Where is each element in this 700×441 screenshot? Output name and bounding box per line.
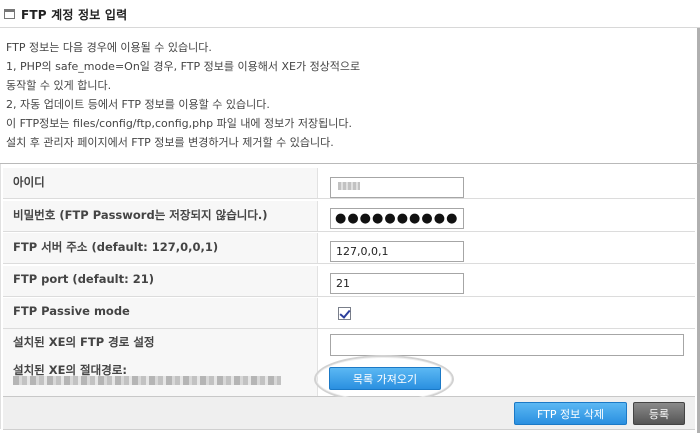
delete-ftp-button[interactable]: FTP 정보 삭제	[514, 402, 627, 425]
fetch-list-button[interactable]: 목록 가져오기	[329, 367, 441, 390]
page-title: FTP 계정 정보 입력	[21, 7, 128, 22]
description-line: 동작할 수 있게 합니다.	[6, 79, 112, 92]
description: FTP 정보는 다음 경우에 이용될 수 있습니다. 1, PHP의 safe_…	[6, 38, 696, 152]
install-path-input[interactable]	[330, 334, 684, 356]
description-line: 1, PHP의 safe_mode=On일 경우, FTP 정보를 이용해서 X…	[6, 60, 361, 73]
form-row-password: 비밀번호 (FTP Password는 저장되지 않습니다.)	[3, 201, 695, 232]
form-row-port: FTP port (default: 21)	[3, 266, 695, 297]
description-line: 설치 후 관리자 페이지에서 FTP 정보를 변경하거나 제거할 수 있습니다.	[6, 136, 334, 149]
port-input[interactable]	[330, 273, 464, 294]
divider	[0, 163, 700, 164]
divider	[0, 27, 700, 28]
table-border	[0, 164, 1, 429]
form-row-user: 아이디	[3, 168, 695, 199]
window-icon	[4, 9, 15, 19]
host-input[interactable]	[330, 241, 464, 262]
password-input[interactable]	[330, 208, 464, 229]
description-line: 이 FTP정보는 files/config/ftp,config,php 파일 …	[6, 117, 353, 130]
form-row-host: FTP 서버 주소 (default: 127,0,0,1)	[3, 233, 695, 264]
install-path-label: 설치된 XE의 FTP 경로 설정	[13, 335, 155, 349]
description-line: FTP 정보는 다음 경우에 이용될 수 있습니다.	[6, 41, 212, 54]
section-header: FTP 계정 정보 입력	[0, 0, 700, 28]
masked-user-id	[338, 182, 360, 190]
register-button[interactable]: 등록	[633, 402, 685, 425]
password-label: 비밀번호 (FTP Password는 저장되지 않습니다.)	[3, 201, 318, 231]
port-label: FTP port (default: 21)	[3, 266, 318, 296]
host-label: FTP 서버 주소 (default: 127,0,0,1)	[3, 233, 318, 263]
description-line: 2, 자동 업데이트 등에서 FTP 정보를 이용할 수 있습니다.	[6, 98, 270, 111]
passive-mode-checkbox[interactable]	[338, 307, 351, 320]
form-row-passive: FTP Passive mode	[3, 298, 695, 329]
passive-label: FTP Passive mode	[3, 298, 318, 328]
masked-absolute-path	[13, 376, 281, 385]
user-label: 아이디	[3, 168, 318, 198]
